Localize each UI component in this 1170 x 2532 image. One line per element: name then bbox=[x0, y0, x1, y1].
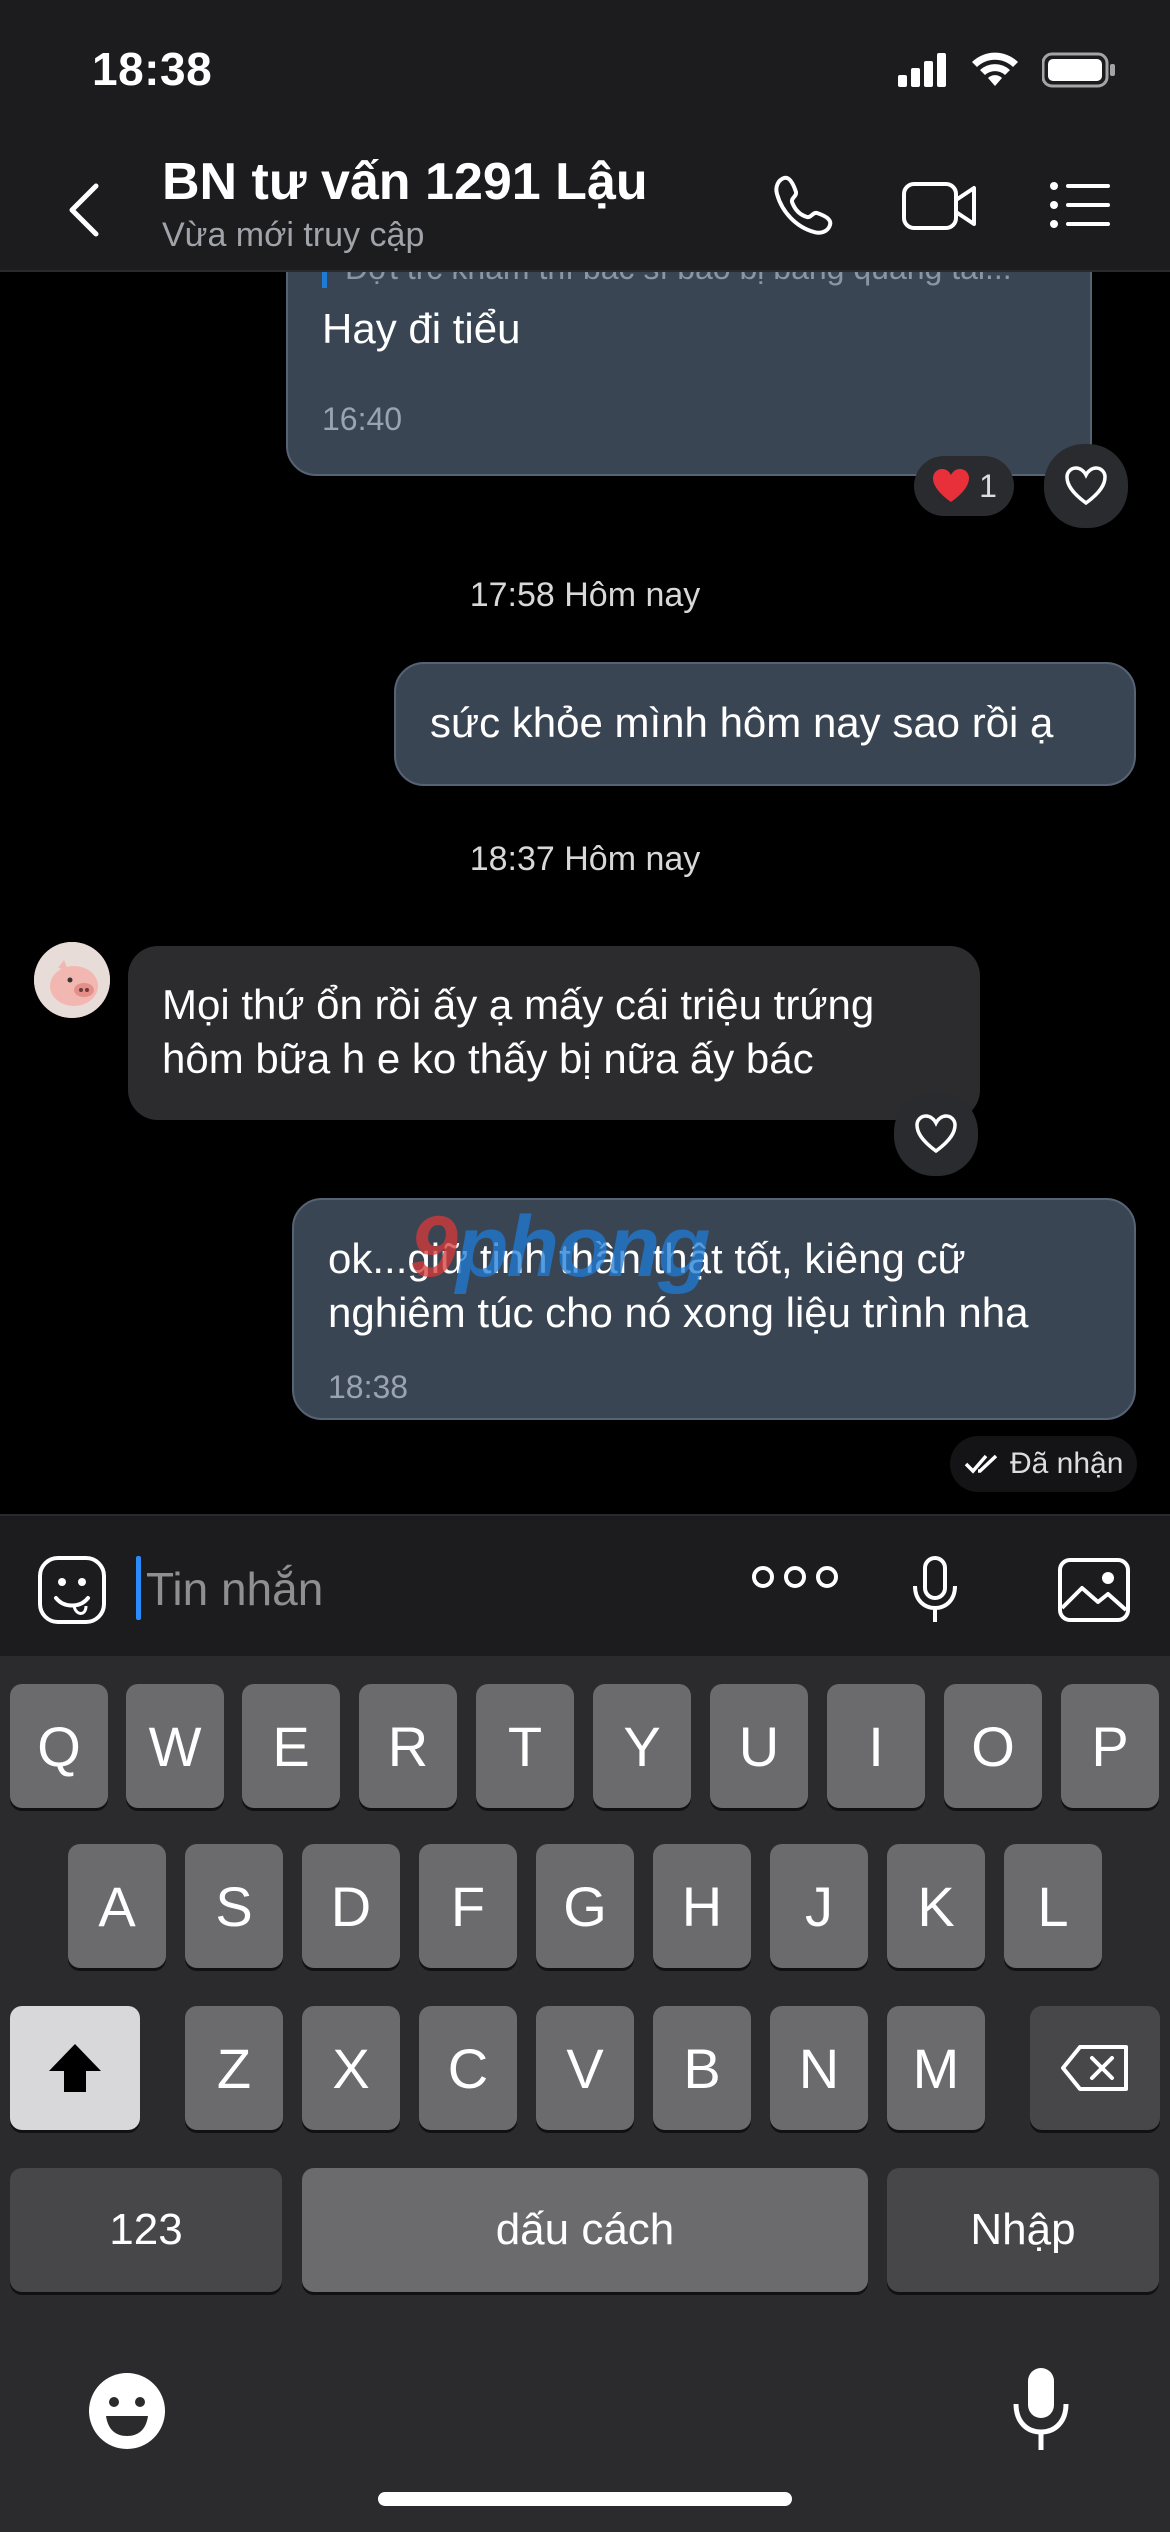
back-chevron-icon[interactable] bbox=[60, 180, 108, 240]
dictation-microphone-icon[interactable] bbox=[1010, 2364, 1072, 2456]
message-text: hôm bữa h e ko thấy bị nữa ấy bác bbox=[162, 1035, 814, 1082]
key-j[interactable]: J bbox=[770, 1844, 868, 1968]
avatar[interactable] bbox=[34, 942, 110, 1018]
message-text: Hay đi tiểu bbox=[322, 305, 521, 352]
key-u[interactable]: U bbox=[710, 1684, 808, 1808]
double-check-icon bbox=[964, 1454, 998, 1474]
home-indicator[interactable] bbox=[378, 2492, 792, 2506]
message-bubble-outgoing[interactable]: Đợt trc khám thì bác sĩ bảo bị bàng quan… bbox=[286, 272, 1092, 476]
shift-key[interactable] bbox=[10, 2006, 140, 2130]
key-y[interactable]: Y bbox=[593, 1684, 691, 1808]
quoted-message-snippet[interactable]: Đợt trc khám thì bác sĩ bảo bị bàng quan… bbox=[322, 272, 1065, 288]
onscreen-keyboard: Q W E R T Y U I O P A S D F G H J K L Z … bbox=[0, 1656, 1170, 2532]
key-e[interactable]: E bbox=[242, 1684, 340, 1808]
message-bubble-incoming[interactable]: Mọi thứ ổn rồi ấy ạ mấy cái triệu trứng … bbox=[128, 946, 980, 1120]
voice-call-icon[interactable] bbox=[770, 172, 836, 238]
key-a[interactable]: A bbox=[68, 1844, 166, 1968]
react-button[interactable] bbox=[894, 1092, 978, 1176]
presence-status: Vừa mới truy cập bbox=[162, 216, 425, 254]
key-p[interactable]: P bbox=[1061, 1684, 1159, 1808]
key-f[interactable]: F bbox=[419, 1844, 517, 1968]
key-z[interactable]: Z bbox=[185, 2006, 283, 2130]
key-k[interactable]: K bbox=[887, 1844, 985, 1968]
watermark-logo: 9phong bbox=[410, 1199, 711, 1295]
key-i[interactable]: I bbox=[827, 1684, 925, 1808]
conversation-title[interactable]: BN tư vấn 1291 Lậu bbox=[162, 152, 648, 212]
key-o[interactable]: O bbox=[944, 1684, 1042, 1808]
delete-backspace-icon bbox=[1061, 2045, 1128, 2091]
time-separator: 17:58 Hôm nay bbox=[469, 576, 701, 614]
chat-header: BN tư vấn 1291 Lậu Vừa mới truy cập bbox=[0, 140, 1170, 272]
key-r[interactable]: R bbox=[359, 1684, 457, 1808]
key-l[interactable]: L bbox=[1004, 1844, 1102, 1968]
heart-outline-icon bbox=[915, 1114, 957, 1154]
key-w[interactable]: W bbox=[126, 1684, 224, 1808]
enter-key[interactable]: Nhập bbox=[887, 2168, 1159, 2292]
key-n[interactable]: N bbox=[770, 2006, 868, 2130]
microphone-icon[interactable] bbox=[910, 1554, 960, 1626]
text-cursor bbox=[136, 1556, 141, 1620]
message-bubble-outgoing[interactable]: sức khỏe mình hôm nay sao rồi ạ bbox=[394, 662, 1136, 786]
space-key[interactable]: dấu cách bbox=[302, 2168, 868, 2292]
emoji-keyboard-icon[interactable] bbox=[86, 2370, 168, 2452]
pig-avatar-icon bbox=[34, 942, 110, 1018]
numbers-key[interactable]: 123 bbox=[10, 2168, 282, 2292]
message-text: sức khỏe mình hôm nay sao rồi ạ bbox=[430, 699, 1054, 746]
backspace-key[interactable] bbox=[1030, 2006, 1160, 2130]
status-bar: 18:38 bbox=[0, 0, 1170, 140]
heart-outline-icon bbox=[1065, 466, 1107, 506]
time-separator: 18:37 Hôm nay bbox=[469, 840, 701, 878]
key-x[interactable]: X bbox=[302, 2006, 400, 2130]
more-options-icon[interactable] bbox=[752, 1566, 838, 1588]
shift-arrow-icon bbox=[49, 2044, 101, 2092]
key-q[interactable]: Q bbox=[10, 1684, 108, 1808]
react-button[interactable] bbox=[1044, 444, 1128, 528]
message-time: 16:40 bbox=[322, 401, 403, 437]
sticker-emoji-icon[interactable] bbox=[36, 1554, 108, 1626]
menu-list-icon[interactable] bbox=[1048, 172, 1112, 238]
cellular-signal-icon bbox=[898, 53, 946, 87]
message-input[interactable]: Tin nhắn bbox=[146, 1562, 323, 1616]
reaction-count: 1 bbox=[979, 467, 997, 504]
image-gallery-icon[interactable] bbox=[1056, 1556, 1132, 1624]
message-time: 18:38 bbox=[328, 1369, 409, 1405]
key-d[interactable]: D bbox=[302, 1844, 400, 1968]
message-text: Mọi thứ ổn rồi ấy ạ mấy cái triệu trứng bbox=[162, 981, 875, 1028]
key-b[interactable]: B bbox=[653, 2006, 751, 2130]
message-composer: Tin nhắn bbox=[0, 1514, 1170, 1658]
status-time: 18:38 bbox=[92, 43, 213, 95]
key-v[interactable]: V bbox=[536, 2006, 634, 2130]
key-s[interactable]: S bbox=[185, 1844, 283, 1968]
status-icons bbox=[896, 52, 1116, 88]
key-h[interactable]: H bbox=[653, 1844, 751, 1968]
wifi-icon bbox=[972, 52, 1018, 86]
reaction-badge[interactable]: 1 bbox=[914, 456, 1014, 516]
heart-reaction-icon bbox=[933, 469, 970, 502]
video-call-icon[interactable] bbox=[900, 172, 980, 238]
key-t[interactable]: T bbox=[476, 1684, 574, 1808]
message-list[interactable]: Đợt trc khám thì bác sĩ bảo bị bàng quan… bbox=[0, 272, 1170, 1514]
key-g[interactable]: G bbox=[536, 1844, 634, 1968]
delivery-status: Đã nhận bbox=[950, 1436, 1138, 1492]
battery-icon bbox=[1042, 52, 1115, 88]
key-m[interactable]: M bbox=[887, 2006, 985, 2130]
key-c[interactable]: C bbox=[419, 2006, 517, 2130]
